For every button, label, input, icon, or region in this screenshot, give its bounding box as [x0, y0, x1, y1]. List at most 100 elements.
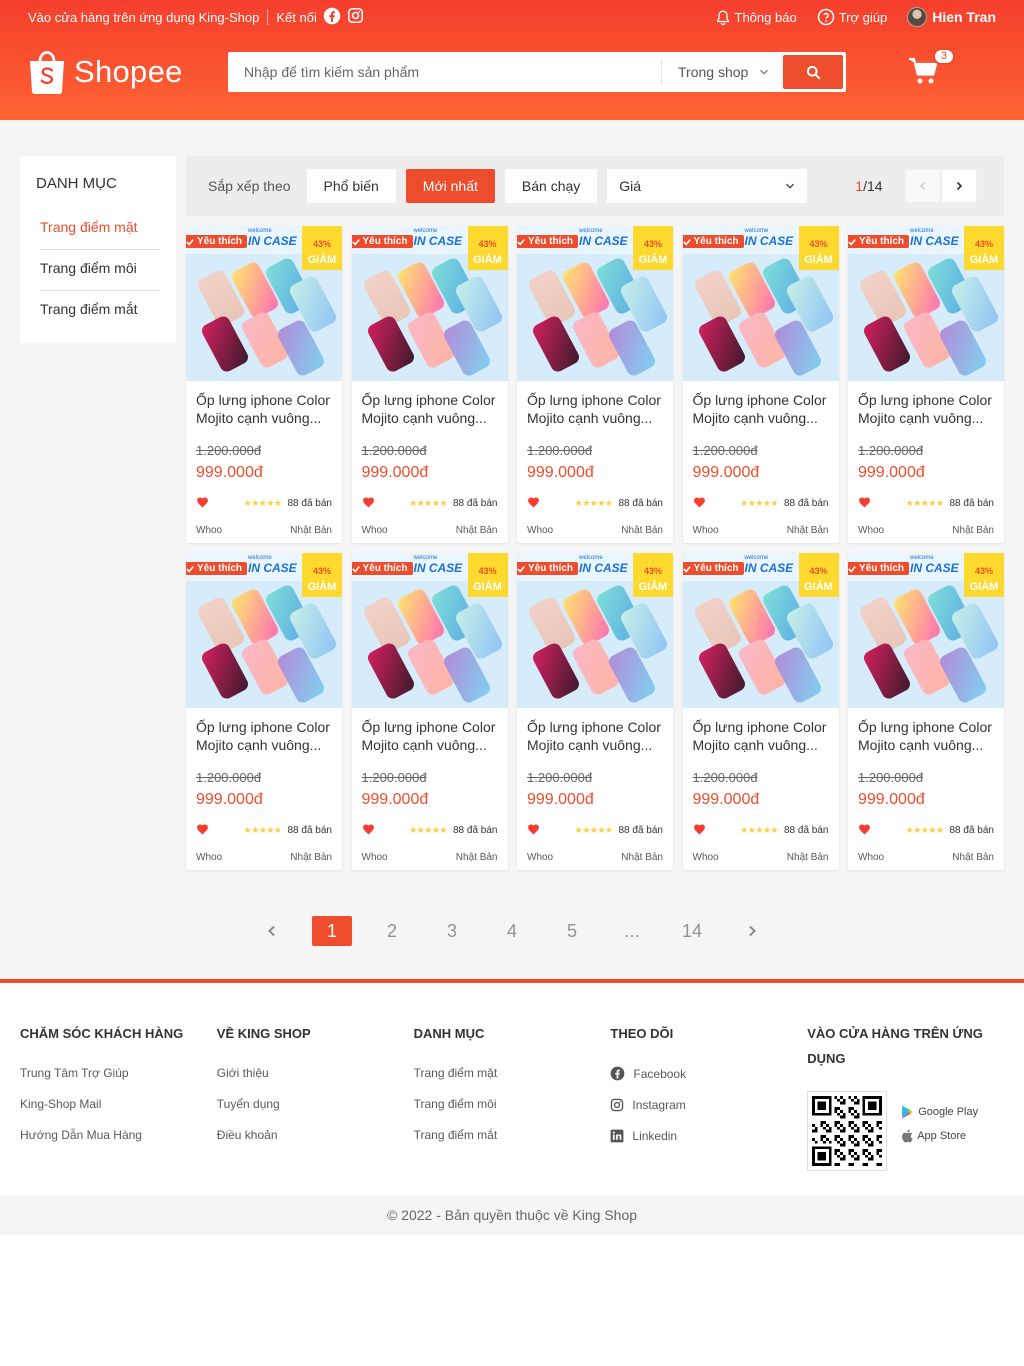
qr-code-icon: [812, 1096, 883, 1166]
current-price: 999.000đ: [361, 791, 429, 808]
footer-link[interactable]: Điều khoản: [217, 1128, 414, 1142]
like-button[interactable]: [858, 496, 871, 511]
sort-newest-button[interactable]: Mới nhất: [405, 169, 495, 203]
footer-column-title: VÀO CỬA HÀNG TRÊN ỨNG DỤNG: [807, 1026, 983, 1066]
footer-column: CHĂM SÓC KHÁCH HÀNG Trung Tâm Trợ Giúp Kin…: [20, 1021, 217, 1171]
product-card[interactable]: welcome IN CASE Yêu thích 43% GIẢM Ốp lư…: [682, 226, 839, 543]
product-card[interactable]: welcome IN CASE Yêu thích 43% GIẢM Ốp lư…: [848, 553, 1004, 870]
rating-stars: ★★★★★: [905, 498, 944, 508]
current-price: 999.000đ: [858, 464, 925, 481]
discount-percent: 43%: [974, 239, 993, 249]
footer-link[interactable]: Giới thiệu: [217, 1066, 414, 1080]
instagram-icon[interactable]: [347, 7, 364, 27]
product-card[interactable]: welcome IN CASE Yêu thích 43% GIẢM Ốp lư…: [682, 553, 839, 870]
like-button[interactable]: [362, 496, 375, 511]
cart-button[interactable]: 3: [908, 47, 955, 88]
like-button[interactable]: [362, 823, 375, 838]
notification-link[interactable]: Thông báo: [715, 9, 797, 26]
product-prices: 1.200.000đ 999.000đ: [683, 443, 839, 482]
discount-tag: 43% GIẢM: [467, 553, 508, 597]
chevron-left-icon: [268, 925, 275, 937]
pagination-page[interactable]: 3: [432, 916, 472, 946]
rating-stars: ★★★★★: [243, 498, 282, 508]
pagination-page[interactable]: 1: [312, 916, 352, 946]
heart-icon: [528, 497, 539, 508]
price-sort-select[interactable]: Giá: [607, 169, 808, 203]
user-menu[interactable]: Hien Tran: [907, 7, 996, 27]
footer-link[interactable]: Trang điểm mắt: [414, 1128, 611, 1142]
pagination-page[interactable]: 4: [492, 916, 532, 946]
sidebar-item-2[interactable]: Trang điểm môi: [40, 250, 160, 291]
google-play-link[interactable]: Google Play: [901, 1105, 978, 1119]
pagination-page[interactable]: 2: [372, 916, 412, 946]
product-card[interactable]: welcome IN CASE Yêu thích 43% GIẢM Ốp lư…: [351, 553, 508, 870]
category-list: Trang điểm mặt Trang điểm môi Trang điểm m…: [40, 209, 160, 332]
footer-link[interactable]: Facebook: [610, 1066, 807, 1081]
sort-label: Sắp xếp theo: [208, 178, 291, 194]
like-button[interactable]: [693, 823, 706, 838]
sidebar-item-3[interactable]: Trang điểm mắt: [40, 291, 160, 332]
product-card[interactable]: welcome IN CASE Yêu thích 43% GIẢM Ốp lư…: [186, 553, 342, 870]
product-actions: ★★★★★ 88 đã bán: [352, 496, 508, 511]
search-input[interactable]: [231, 55, 661, 89]
footer-link[interactable]: Trung Tâm Trợ Giúp: [20, 1066, 217, 1080]
like-button[interactable]: [858, 823, 871, 838]
product-brand: Whoo: [361, 852, 388, 863]
discount-tag: 43% GIẢM: [302, 226, 342, 270]
product-card[interactable]: welcome IN CASE Yêu thích 43% GIẢM Ốp lư…: [517, 553, 673, 870]
sidebar-item-1[interactable]: Trang điểm mặt: [40, 209, 160, 250]
footer-link[interactable]: King-Shop Mail: [20, 1097, 217, 1111]
favorite-tag-label: Yêu thích: [693, 563, 739, 574]
pagination-next-button[interactable]: [732, 916, 772, 946]
navbar-left: Vào cửa hàng trên ứng dụng King-Shop Kết…: [28, 7, 364, 28]
category-sidebar: DANH MỤC Trang điểm mặt Trang điểm môi Tra…: [20, 156, 176, 343]
sort-popular-button[interactable]: Phổ biến: [306, 169, 396, 203]
product-brand: Whoo: [196, 525, 223, 536]
search-button[interactable]: [783, 55, 843, 89]
footer-link[interactable]: Tuyển dụng: [217, 1097, 414, 1111]
product-card[interactable]: welcome IN CASE Yêu thích 43% GIẢM Ốp lư…: [186, 226, 342, 543]
help-link[interactable]: Trợ giúp: [817, 8, 887, 26]
footer-link[interactable]: Hướng Dẫn Mua Hàng: [20, 1128, 217, 1142]
footer-column: VÀO CỬA HÀNG TRÊN ỨNG DỤNG Google Play App…: [807, 1021, 1004, 1171]
facebook-icon[interactable]: [323, 7, 341, 28]
page-bottom: [0, 1235, 1024, 1366]
product-card[interactable]: welcome IN CASE Yêu thích 43% GIẢM Ốp lư…: [351, 226, 508, 543]
like-button[interactable]: [527, 496, 540, 511]
linkedin-icon: [610, 1129, 624, 1143]
favorite-tag-label: Yêu thích: [693, 236, 739, 247]
product-image: welcome IN CASE Yêu thích 43% GIẢM: [517, 226, 673, 381]
product-brand: Whoo: [196, 852, 223, 863]
favorite-tag: Yêu thích: [682, 562, 744, 575]
current-price: 999.000đ: [196, 464, 263, 481]
rating-sold: ★★★★★ 88 đã bán: [906, 498, 994, 509]
product-prices: 1.200.000đ 999.000đ: [683, 770, 839, 809]
google-play-label: Google Play: [918, 1106, 979, 1118]
footer-link[interactable]: Linkedin: [610, 1129, 807, 1143]
like-button[interactable]: [196, 496, 209, 511]
search-scope-select[interactable]: Trong shop: [661, 59, 783, 85]
app-store-link[interactable]: Vào cửa hàng trên ứng dụng King-Shop: [28, 10, 259, 25]
sort-bestseller-button[interactable]: Bán chạy: [504, 169, 598, 203]
logo[interactable]: Shopee: [28, 50, 228, 94]
footer-link[interactable]: Trang điểm môi: [414, 1097, 611, 1111]
navbar-separator: [267, 9, 269, 25]
cart-count-badge: 3: [932, 47, 955, 65]
pagination-page[interactable]: 14: [672, 916, 712, 946]
product-card[interactable]: welcome IN CASE Yêu thích 43% GIẢM Ốp lư…: [517, 226, 673, 543]
like-button[interactable]: [196, 823, 209, 838]
like-button[interactable]: [527, 823, 540, 838]
old-price: 1.200.000đ: [361, 443, 427, 458]
footer-column-title: DANH MỤC: [413, 1026, 485, 1041]
footer-link[interactable]: Trang điểm mặt: [414, 1066, 611, 1080]
pagination-page[interactable]: 5: [552, 916, 592, 946]
app-store-link[interactable]: App Store: [901, 1129, 978, 1143]
prev-page-button[interactable]: [904, 169, 941, 203]
next-page-button[interactable]: [940, 169, 977, 203]
footer-link[interactable]: Instagram: [610, 1098, 807, 1112]
product-card[interactable]: welcome IN CASE Yêu thích 43% GIẢM Ốp lư…: [848, 226, 1004, 543]
like-button[interactable]: [693, 496, 706, 511]
chevron-right-icon: [749, 925, 756, 937]
pagination-prev-button[interactable]: [252, 916, 292, 946]
product-image: welcome IN CASE Yêu thích 43% GIẢM: [351, 553, 508, 708]
